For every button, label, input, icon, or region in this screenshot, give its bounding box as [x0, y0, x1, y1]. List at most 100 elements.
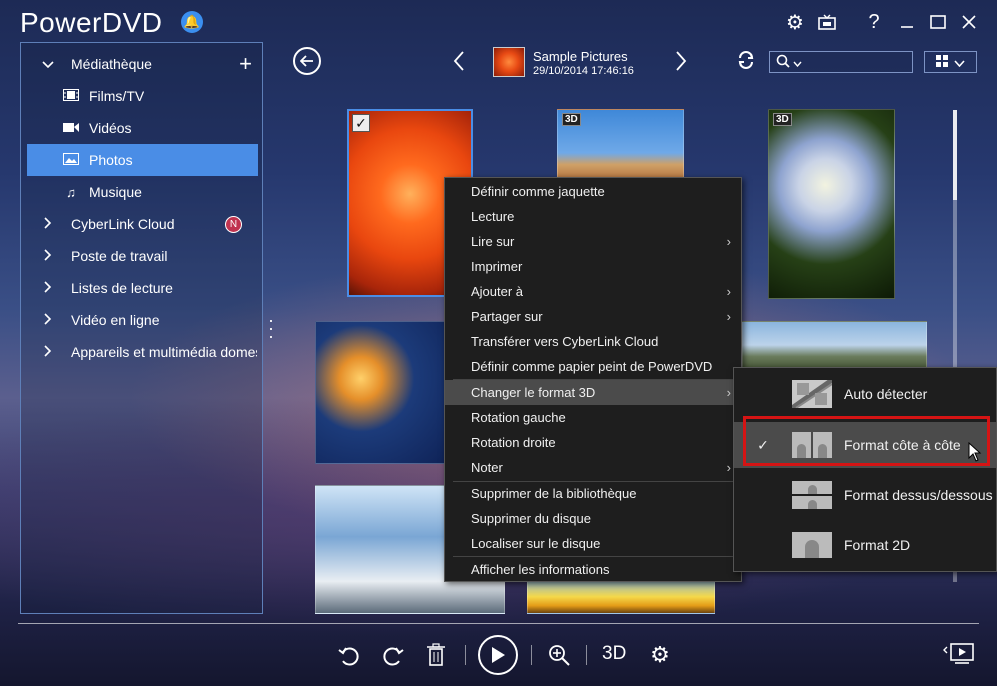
- chevron-right-icon: ›: [726, 460, 731, 475]
- menu-item-remove-library[interactable]: Supprimer de la bibliothèque: [445, 481, 741, 506]
- chevron-right-icon: ›: [726, 284, 731, 299]
- chevron-right-icon: [37, 216, 59, 232]
- menu-item-rotate-right[interactable]: Rotation droite: [445, 430, 741, 455]
- menu-item-play[interactable]: Lecture: [445, 204, 741, 229]
- 3d-tag: 3D: [562, 113, 581, 126]
- help-icon[interactable]: ?: [860, 9, 888, 35]
- app-title: PowerDVD: [20, 7, 163, 38]
- next-album-button[interactable]: [675, 48, 687, 79]
- chevron-right-icon: [37, 312, 59, 328]
- search-icon: [776, 54, 790, 71]
- menu-item-delete-disk[interactable]: Supprimer du disque: [445, 506, 741, 531]
- search-box[interactable]: [769, 51, 913, 73]
- top-bottom-icon: [792, 481, 832, 509]
- menu-item-label: Partager sur: [471, 309, 543, 324]
- refresh-icon[interactable]: [736, 50, 756, 76]
- menu-item-set-cover[interactable]: Définir comme jaquette: [445, 179, 741, 204]
- photo-icon: [61, 152, 81, 168]
- chevron-right-icon: ›: [726, 234, 731, 249]
- sidebar-item-label: Listes de lecture: [71, 280, 173, 296]
- 3d-tag: 3D: [773, 113, 792, 126]
- bottom-divider: [18, 623, 979, 624]
- menu-item-change-3d-format[interactable]: Changer le format 3D ›: [445, 380, 741, 405]
- chevron-right-icon: ›: [726, 309, 731, 324]
- menu-item-label: Changer le format 3D: [471, 385, 596, 400]
- search-input[interactable]: [806, 55, 906, 69]
- rotate-left-icon[interactable]: [336, 640, 362, 670]
- menu-item-share-on[interactable]: Partager sur ›: [445, 304, 741, 329]
- sidebar-item-video-en-ligne[interactable]: Vidéo en ligne: [27, 304, 258, 336]
- gear-icon[interactable]: ⚙: [781, 9, 809, 35]
- submenu-item-label: Auto détecter: [844, 386, 928, 402]
- bell-icon[interactable]: 🔔: [181, 11, 203, 33]
- add-icon[interactable]: +: [239, 51, 252, 77]
- sidebar-item-films[interactable]: Films/TV: [27, 80, 258, 112]
- mini-player-icon[interactable]: [942, 641, 976, 671]
- menu-item-rotate-left[interactable]: Rotation gauche: [445, 405, 741, 430]
- sidebar-item-musique[interactable]: ♫ Musique: [27, 176, 258, 208]
- sidebar-item-appareils[interactable]: Appareils et multimédia domestiques: [27, 336, 258, 368]
- submenu-item-2d[interactable]: Format 2D: [734, 522, 996, 568]
- menu-item-play-on[interactable]: Lire sur ›: [445, 229, 741, 254]
- trash-icon[interactable]: [424, 640, 448, 670]
- album-thumbnail: [493, 47, 525, 77]
- sidebar-item-listes-de-lecture[interactable]: Listes de lecture: [27, 272, 258, 304]
- sidebar-item-cyberlink-cloud[interactable]: CyberLink Cloud N: [27, 208, 258, 240]
- album-title: Sample Pictures: [533, 49, 628, 64]
- rotate-right-icon[interactable]: [380, 640, 406, 670]
- menu-item-upload-cloud[interactable]: Transférer vers CyberLink Cloud: [445, 329, 741, 354]
- sidebar-item-label: Musique: [89, 184, 142, 200]
- photo-thumbnail[interactable]: [742, 321, 927, 369]
- sidebar: Médiathèque + Films/TV Vidéos Photos ♫ M…: [20, 42, 263, 614]
- resize-handle[interactable]: · · ·: [268, 311, 274, 345]
- new-badge: N: [225, 215, 242, 233]
- sidebar-item-label: CyberLink Cloud: [71, 216, 175, 232]
- menu-item-add-to[interactable]: Ajouter à ›: [445, 279, 741, 304]
- sidebar-item-label: Vidéos: [89, 120, 132, 136]
- close-icon[interactable]: [955, 9, 983, 35]
- sidebar-item-videos[interactable]: Vidéos: [27, 112, 258, 144]
- scrollbar-thumb[interactable]: [953, 110, 957, 200]
- menu-item-rate[interactable]: Noter ›: [445, 455, 741, 480]
- tv-icon[interactable]: [813, 9, 841, 35]
- control-separator: [465, 645, 466, 665]
- camera-icon: [61, 121, 81, 136]
- control-separator: [586, 645, 587, 665]
- menu-item-locate-disk[interactable]: Localiser sur le disque: [445, 531, 741, 556]
- sidebar-item-label: Vidéo en ligne: [71, 312, 160, 328]
- film-icon: [61, 88, 81, 104]
- sidebar-item-label: Médiathèque: [71, 56, 152, 72]
- sidebar-item-label: Appareils et multimédia domestiques: [71, 344, 257, 360]
- menu-item-set-wallpaper[interactable]: Définir comme papier peint de PowerDVD: [445, 354, 741, 379]
- highlight-box: [743, 416, 990, 466]
- chevron-right-icon: ›: [726, 385, 731, 400]
- 3d-button[interactable]: 3D: [602, 643, 626, 665]
- menu-item-show-info[interactable]: Afficher les informations: [445, 557, 741, 582]
- grid-icon: [936, 54, 948, 70]
- checkbox-icon[interactable]: ✓: [352, 114, 370, 132]
- submenu-item-auto-detect[interactable]: Auto détecter: [734, 371, 996, 417]
- play-button[interactable]: [478, 635, 518, 675]
- photo-thumbnail[interactable]: 3D: [768, 109, 895, 299]
- format-2d-icon: [792, 531, 832, 559]
- minimize-icon[interactable]: [893, 9, 921, 35]
- sidebar-item-photos[interactable]: Photos: [27, 144, 258, 176]
- photo-thumbnail[interactable]: [315, 321, 445, 464]
- sidebar-item-poste-de-travail[interactable]: Poste de travail: [27, 240, 258, 272]
- submenu-item-top-bottom[interactable]: Format dessus/dessous: [734, 472, 996, 518]
- view-mode-button[interactable]: [924, 51, 977, 73]
- menu-item-print[interactable]: Imprimer: [445, 254, 741, 279]
- zoom-icon[interactable]: [546, 640, 572, 670]
- sidebar-item-label: Films/TV: [89, 88, 145, 104]
- chevron-down-icon[interactable]: [793, 55, 802, 70]
- back-button[interactable]: [293, 47, 321, 75]
- sidebar-item-mediatheque[interactable]: Médiathèque +: [27, 48, 258, 80]
- submenu-3d-format: Auto détecter ✓ Format côte à côte Forma…: [733, 367, 997, 572]
- previous-album-button[interactable]: [453, 48, 465, 79]
- chevron-down-icon: [954, 55, 965, 70]
- settings-icon[interactable]: ⚙: [645, 640, 675, 670]
- chevron-right-icon: [37, 344, 59, 360]
- mouse-cursor-icon: [968, 441, 982, 467]
- sidebar-item-label: Photos: [89, 152, 133, 168]
- maximize-icon[interactable]: [924, 9, 952, 35]
